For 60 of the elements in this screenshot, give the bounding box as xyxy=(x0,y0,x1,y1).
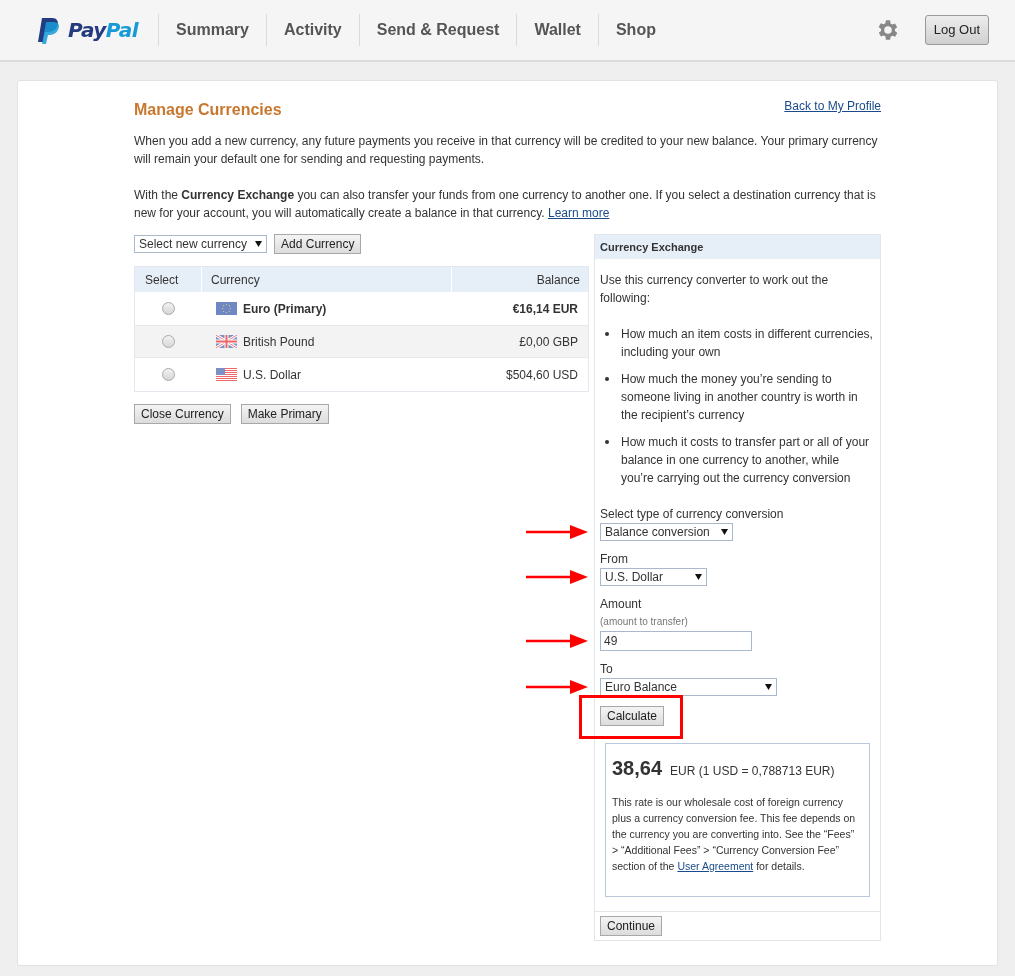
bullet-text: How much the money you’re sending to someone living in another country is worth in the recipient’s currency xyxy=(621,371,859,424)
annotation-arrow xyxy=(526,633,588,649)
continue-button[interactable]: Continue xyxy=(600,916,663,936)
field-label: Amount xyxy=(600,597,643,611)
annotation-arrow xyxy=(526,679,588,695)
result-amount: 38,64 xyxy=(612,756,663,781)
page-title: Manage Currencies xyxy=(134,100,282,120)
exchange-rate: EUR (1 USD = 0,788713 EUR) xyxy=(670,763,835,780)
amount-field[interactable]: 49 xyxy=(600,631,752,651)
bullet-icon xyxy=(605,377,609,381)
uk-flag-icon xyxy=(216,335,237,348)
column-header: Balance xyxy=(535,271,581,289)
dropdown-icon xyxy=(255,241,263,247)
add-currency-button[interactable]: Add Currency xyxy=(274,234,362,254)
dropdown-field[interactable]: Euro Balance xyxy=(600,678,777,696)
nav-link[interactable]: Activity xyxy=(283,18,342,42)
paypal-logo[interactable]: PayPal xyxy=(38,16,148,44)
radio-button[interactable] xyxy=(162,368,175,381)
dropdown-field[interactable]: U.S. Dollar xyxy=(600,568,707,586)
action-button[interactable]: Make Primary xyxy=(240,404,329,424)
bullet-text: How much an item costs in different currencies, including your own xyxy=(621,326,874,361)
balance-amount: €16,14 EUR xyxy=(512,301,578,316)
balance-amount: £0,00 GBP xyxy=(519,334,578,349)
nav-link[interactable]: Shop xyxy=(615,18,656,42)
field-label: To xyxy=(600,662,614,676)
balance-amount: $504,60 USD xyxy=(505,367,578,382)
currency-name: British Pound xyxy=(243,333,315,351)
fee-note: This rate is our wholesale cost of foreign currency plus a currency conversion fee. This fee depends on the currency you are converting into. See the “Fees” > “Additional Fees” > “Currency Conversion Fee” section of the User Agreement for details. xyxy=(612,795,857,874)
annotation-arrow xyxy=(526,524,588,540)
bullet-text: How much it costs to transfer part or all of your balance in one currency to another, while you’re carrying out the currency conversion xyxy=(621,434,871,487)
nav-link[interactable]: Send & Request xyxy=(376,18,500,42)
intro-text: When you add a new currency, any future payments you receive in that currency will be credited to your new balance. Your primary currency will remain your default one for sending and requesting payments. xyxy=(134,133,879,168)
dropdown-field[interactable]: Balance conversion xyxy=(600,523,733,541)
currency-select[interactable]: Select new currency xyxy=(134,235,268,253)
logout-button[interactable]: Log Out xyxy=(924,15,989,45)
annotation-arrow xyxy=(526,569,588,585)
radio-button[interactable] xyxy=(162,335,175,348)
eu-flag-icon xyxy=(216,302,237,315)
currency-name: U.S. Dollar xyxy=(243,366,301,384)
calculate-button[interactable]: Calculate xyxy=(600,706,665,726)
field-label: From xyxy=(600,552,629,566)
dropdown-icon xyxy=(721,529,728,535)
field-label: Select type of currency conversion xyxy=(600,507,785,521)
nav-link[interactable]: Wallet xyxy=(534,18,581,42)
us-flag-icon xyxy=(216,368,237,381)
dropdown-icon xyxy=(765,684,772,690)
bullet-icon xyxy=(605,440,609,444)
exchange-text: With the Currency Exchange you can also transfer your funds from one currency to another one. If you select a destination currency that is new for your account, you will automatically create a balance in that currency. Learn more xyxy=(134,187,877,222)
radio-button[interactable] xyxy=(162,302,175,315)
learn-more-link[interactable]: Learn more xyxy=(548,206,610,220)
panel-intro: Use this currency converter to work out the following: xyxy=(600,272,830,307)
currency-name: Euro (Primary) xyxy=(243,300,327,318)
dropdown-icon xyxy=(695,574,702,580)
bullet-icon xyxy=(605,332,609,336)
user-agreement-link[interactable]: User Agreement xyxy=(677,860,754,872)
panel-header: Currency Exchange xyxy=(595,235,880,259)
back-link[interactable]: Back to My Profile xyxy=(784,97,881,115)
action-button[interactable]: Close Currency xyxy=(134,404,231,424)
field-hint: (amount to transfer) xyxy=(600,615,689,629)
nav-link[interactable]: Summary xyxy=(176,18,249,42)
